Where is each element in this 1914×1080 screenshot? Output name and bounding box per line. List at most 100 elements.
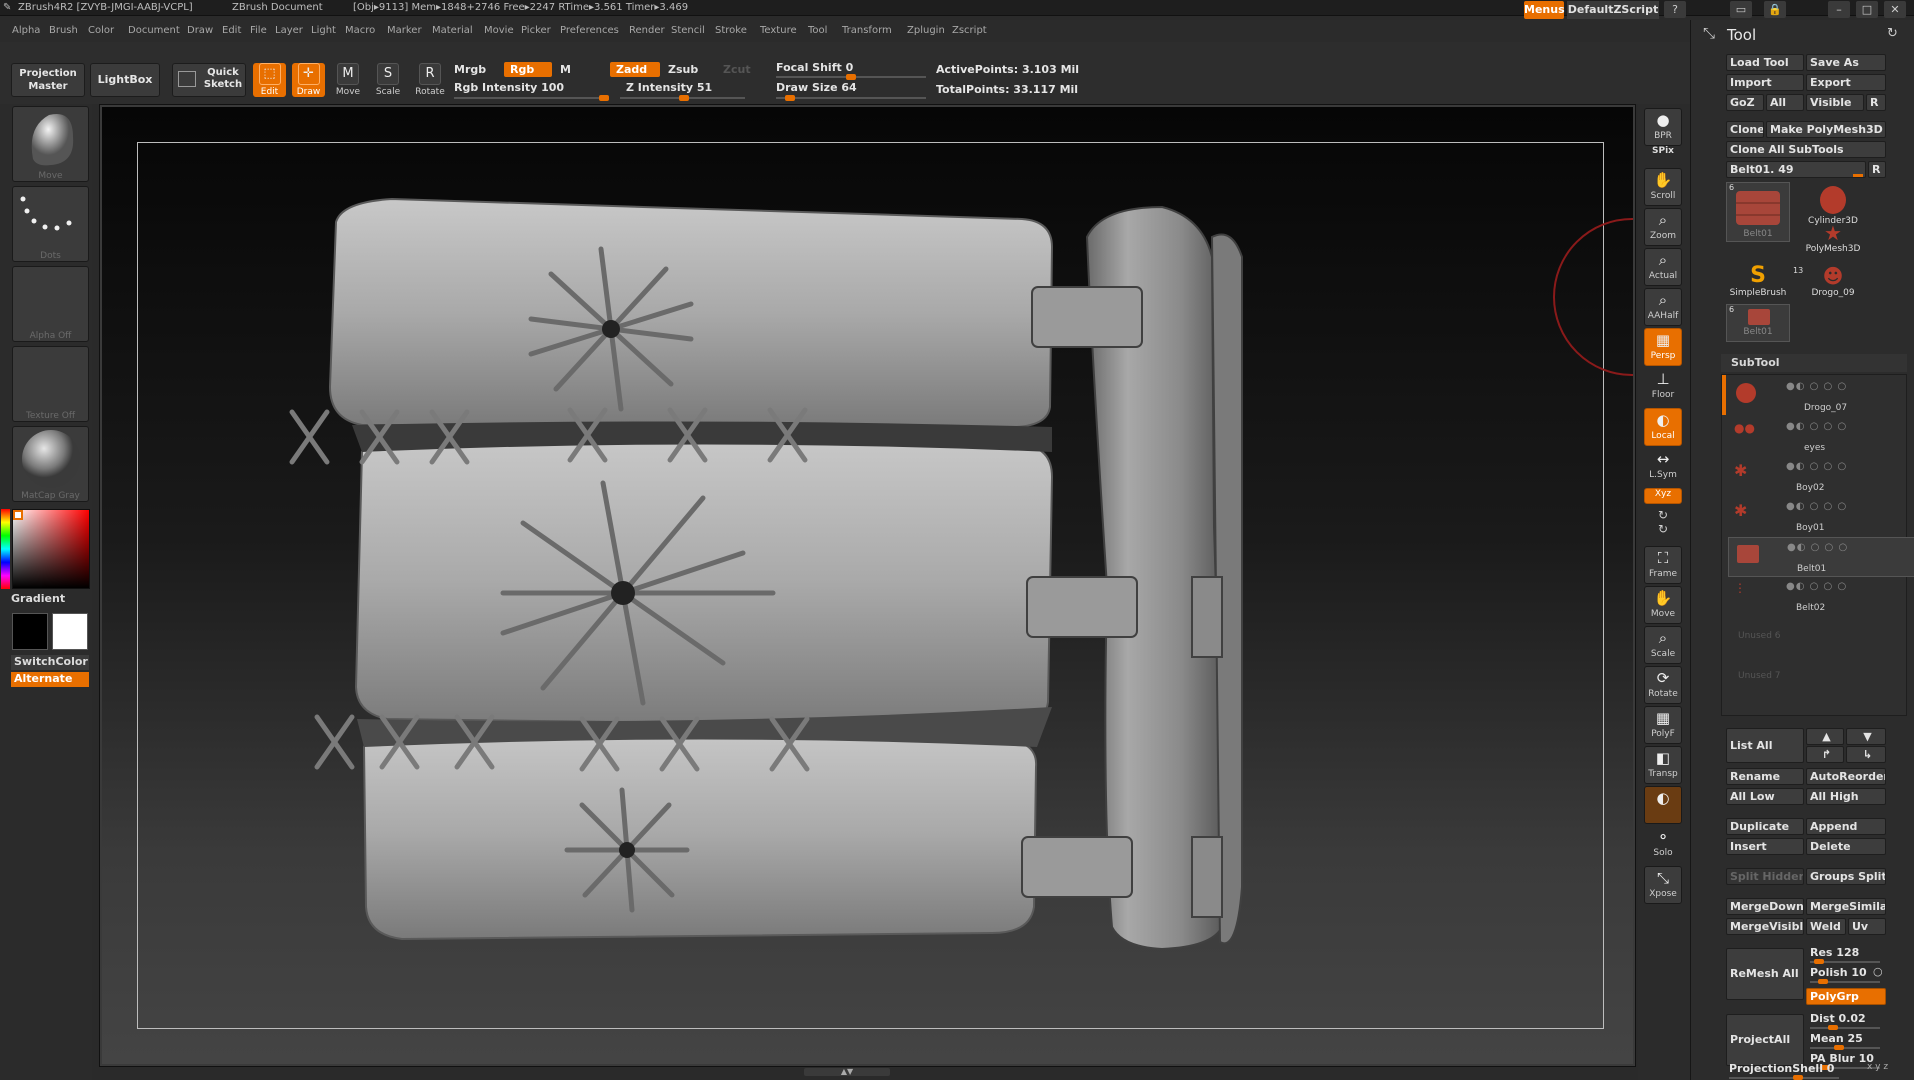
res-slider[interactable]: Res 128 bbox=[1810, 946, 1880, 964]
focal-shift-slider[interactable]: Focal Shift 0 bbox=[776, 61, 853, 74]
menus-button[interactable]: Menus bbox=[1524, 1, 1565, 19]
xpose-button[interactable]: ⤡ Xpose bbox=[1644, 866, 1682, 904]
remesh-all-button[interactable]: ReMesh All bbox=[1726, 948, 1804, 1000]
projectall-button[interactable]: ProjectAll bbox=[1726, 1014, 1804, 1066]
menu-movie[interactable]: Movie bbox=[484, 25, 514, 36]
groups-split-button[interactable]: Groups Split bbox=[1806, 868, 1886, 885]
subtool-controls[interactable]: ●◐ ○ ○ ○ bbox=[1786, 501, 1847, 512]
draw-button[interactable]: ✛ Draw bbox=[292, 63, 325, 97]
alpha-picker[interactable]: Alpha Off bbox=[12, 266, 89, 342]
menu-zscript[interactable]: Zscript bbox=[952, 25, 987, 36]
uv-button[interactable]: Uv bbox=[1848, 918, 1886, 935]
menu-stencil[interactable]: Stencil bbox=[671, 25, 705, 36]
split-hidden-button[interactable]: Split Hidden bbox=[1726, 868, 1804, 885]
menu-document[interactable]: Document bbox=[128, 25, 180, 36]
mrgb-toggle[interactable]: Mrgb bbox=[454, 63, 486, 76]
current-tool-knob[interactable] bbox=[1853, 174, 1863, 177]
projection-master-button[interactable]: Projection Master bbox=[11, 63, 85, 97]
subtool-row-empty[interactable]: Unused 7 bbox=[1728, 657, 1914, 697]
rgb-toggle[interactable]: Rgb bbox=[504, 62, 552, 77]
menu-zplugin[interactable]: Zplugin bbox=[907, 25, 945, 36]
spix-slider[interactable]: SPix bbox=[1644, 146, 1682, 166]
brush-picker[interactable]: Move bbox=[12, 106, 89, 182]
menu-edit[interactable]: Edit bbox=[222, 25, 241, 36]
lock-icon[interactable]: 🔒 bbox=[1764, 1, 1786, 18]
layout-icon[interactable]: ▭ bbox=[1730, 1, 1752, 18]
edit-button[interactable]: ⬚ Edit bbox=[253, 63, 286, 97]
mean-slider[interactable]: Mean 25 bbox=[1810, 1032, 1880, 1050]
polygrp-button[interactable]: PolyGrp bbox=[1806, 988, 1886, 1005]
zoom-button[interactable]: ⌕ Zoom bbox=[1644, 208, 1682, 246]
menu-marker[interactable]: Marker bbox=[387, 25, 422, 36]
axis-toggle-icons[interactable]: x y z bbox=[1867, 1062, 1888, 1072]
gradient-toggle[interactable]: Gradient bbox=[11, 592, 65, 607]
mergedown-button[interactable]: MergeDown bbox=[1726, 898, 1804, 915]
tool-palette-title[interactable]: Tool bbox=[1727, 26, 1756, 44]
maximize-icon[interactable]: □ bbox=[1856, 1, 1878, 18]
draw-size-track[interactable] bbox=[776, 95, 926, 101]
menu-preferences[interactable]: Preferences bbox=[560, 25, 619, 36]
tool-tile-belt01[interactable]: 6 Belt01 bbox=[1726, 182, 1790, 242]
bottom-shelf-toggle-icon[interactable]: ▲▼ bbox=[804, 1068, 890, 1076]
menu-brush[interactable]: Brush bbox=[49, 25, 78, 36]
menu-render[interactable]: Render bbox=[629, 25, 665, 36]
subtool-row[interactable]: ●◐ ○ ○ ○ Drogo_07 bbox=[1728, 377, 1914, 417]
subtool-row[interactable]: ⋮ ●◐ ○ ○ ○ Belt02 bbox=[1728, 577, 1914, 617]
material-picker[interactable]: MatCap Gray bbox=[12, 426, 89, 502]
subtool-row[interactable]: ✱ ●◐ ○ ○ ○ Boy02 bbox=[1728, 457, 1914, 497]
document-canvas[interactable] bbox=[102, 107, 1633, 1064]
autoreorder-button[interactable]: AutoReorder bbox=[1806, 768, 1886, 785]
lsym-button[interactable]: ↔ L.Sym bbox=[1644, 448, 1682, 486]
rgb-intensity-slider[interactable]: Rgb Intensity 100 bbox=[454, 81, 564, 94]
weld-button[interactable]: Weld bbox=[1806, 918, 1846, 935]
tool-tile-drogo09[interactable]: 13 ☻ Drogo_09 bbox=[1793, 264, 1865, 324]
frame-button[interactable]: ⛶ Frame bbox=[1644, 546, 1682, 584]
focal-shift-track[interactable] bbox=[776, 74, 926, 80]
move-up-icon[interactable]: ▲ bbox=[1806, 728, 1844, 745]
zadd-toggle[interactable]: Zadd bbox=[610, 62, 660, 77]
subtool-row[interactable]: ●● ●◐ ○ ○ ○ eyes bbox=[1728, 417, 1914, 457]
delete-button[interactable]: Delete bbox=[1806, 838, 1886, 855]
menu-light[interactable]: Light bbox=[311, 25, 336, 36]
current-tool-slider[interactable]: Belt01. 49 bbox=[1726, 161, 1866, 178]
z-intensity-slider[interactable]: Z Intensity 51 bbox=[626, 81, 712, 94]
quick-sketch-button[interactable]: Quick Sketch bbox=[172, 63, 246, 97]
goz-r-button[interactable]: R bbox=[1866, 94, 1886, 111]
belt-3d-model[interactable] bbox=[102, 107, 1633, 1064]
polish-knob[interactable] bbox=[1818, 979, 1828, 984]
draw-size-slider[interactable]: Draw Size 64 bbox=[776, 81, 857, 94]
focal-shift-knob[interactable] bbox=[846, 74, 856, 80]
tool-tile-belt01-b[interactable]: 6 Belt01 bbox=[1726, 304, 1790, 342]
texture-picker[interactable]: Texture Off bbox=[12, 346, 89, 422]
import-button[interactable]: Import bbox=[1726, 74, 1804, 91]
z-intensity-track[interactable] bbox=[620, 95, 745, 101]
res-knob[interactable] bbox=[1814, 959, 1824, 964]
main-color-swatch[interactable] bbox=[12, 613, 48, 650]
load-tool-button[interactable]: Load Tool bbox=[1726, 54, 1804, 71]
scale-button[interactable]: S Scale bbox=[373, 63, 403, 97]
menu-draw[interactable]: Draw bbox=[187, 25, 213, 36]
transp-button[interactable]: ◧ Transp bbox=[1644, 746, 1682, 784]
move-view-button[interactable]: ✋ Move bbox=[1644, 586, 1682, 624]
menu-macro[interactable]: Macro bbox=[345, 25, 375, 36]
mergesimilar-button[interactable]: MergeSimilar bbox=[1806, 898, 1886, 915]
subtool-row[interactable]: ✱ ●◐ ○ ○ ○ Boy01 bbox=[1728, 497, 1914, 537]
tool-r-button[interactable]: R bbox=[1868, 161, 1886, 178]
make-polymesh-button[interactable]: Make PolyMesh3D bbox=[1766, 121, 1886, 138]
dist-knob[interactable] bbox=[1828, 1025, 1838, 1030]
color-picker[interactable] bbox=[12, 509, 90, 589]
secondary-color-swatch[interactable] bbox=[52, 613, 88, 650]
insert-button[interactable]: Insert bbox=[1726, 838, 1804, 855]
draw-size-knob[interactable] bbox=[785, 95, 795, 101]
subtool-controls[interactable]: ●◐ ○ ○ ○ bbox=[1786, 461, 1847, 472]
subtool-header[interactable]: SubTool bbox=[1721, 354, 1907, 372]
solo-button[interactable]: ⚬ Solo bbox=[1644, 826, 1682, 864]
subtool-row-selected[interactable]: ●◐ ○ ○ ○ Belt01 bbox=[1728, 537, 1914, 577]
menu-color[interactable]: Color bbox=[88, 25, 114, 36]
actual-button[interactable]: ⌕ Actual bbox=[1644, 248, 1682, 286]
goz-all-button[interactable]: All bbox=[1766, 94, 1804, 111]
hue-strip[interactable] bbox=[1, 509, 10, 589]
menu-texture[interactable]: Texture bbox=[760, 25, 797, 36]
menu-stroke[interactable]: Stroke bbox=[715, 25, 747, 36]
subtool-controls[interactable]: ●◐ ○ ○ ○ bbox=[1786, 381, 1847, 392]
